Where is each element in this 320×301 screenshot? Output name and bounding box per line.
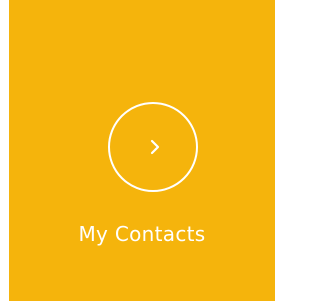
open-my-contacts-button[interactable] [108,102,198,192]
chevron-right-icon [144,135,166,159]
tile-label: My Contacts [78,222,206,246]
my-contacts-tile[interactable]: My Contacts [9,0,275,301]
